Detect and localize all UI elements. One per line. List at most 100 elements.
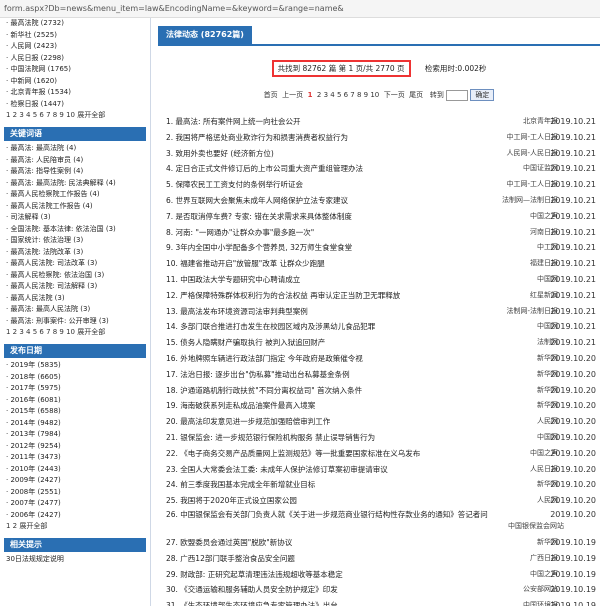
date-item[interactable]: · 2015年 (6588) (0, 406, 150, 418)
article-title-link[interactable]: 29. 财政部: 正研究起草清理违法违规超收等基本稳定 (166, 567, 486, 583)
article-title-link[interactable]: 18. 沪通道路机制行政扶贫"不同分离权益司" 首次纳入条件 (166, 383, 486, 399)
article-title-link[interactable]: 9. 3年内全国中小学配备多个营养员, 32万师生食堂食堂 (166, 240, 486, 256)
sidebar-item[interactable]: · 人民日报 (2298) (0, 53, 150, 65)
article-title-link[interactable]: 1. 最高法: 所有案件网上统一向社会公开 (166, 114, 486, 130)
date-item[interactable]: · 2017年 (5975) (0, 383, 150, 395)
article-title-link[interactable]: 12. 严格保障特殊群体权利行为的合法权益 再审认定正当防卫无罪释放 (166, 288, 486, 304)
article-title-link[interactable]: 30. 《交通运输和服务辅助人员安全防护规定》印发 (166, 582, 486, 598)
keyword-item[interactable]: · 最高法: 刑事案件: 公开审理 (3) (0, 316, 150, 328)
page-links[interactable]: 2 3 4 5 6 7 8 9 10 (317, 91, 379, 99)
keyword-item[interactable]: · 最高人民法院工作报告 (4) (0, 201, 150, 213)
keyword-item[interactable]: · 最高法院: 法院改革 (3) (0, 247, 150, 259)
address-bar[interactable]: form.aspx?Db=news&menu_item=law&Encoding… (0, 0, 600, 18)
date-item[interactable]: · 2010年 (2443) (0, 464, 150, 476)
article-title-link[interactable]: 19. 海南破获系列走私成品油案件最高入境案 (166, 398, 486, 414)
sidebar-item[interactable]: · 最高法院 (2732) (0, 18, 150, 30)
section-header-dates: 发布日期 (4, 344, 146, 358)
sidebar-item[interactable]: · 新华社 (2525) (0, 30, 150, 42)
article-title-link[interactable]: 24. 前三季度我国基本完成全年新增就业目标 (166, 477, 486, 493)
article-row: 15. 债务人隐瞒财产骗取执行 被判入狱追回财产 法制网 2019.10.21 (158, 335, 600, 351)
article-date: 2019.10.21 (550, 195, 596, 205)
keyword-item[interactable]: · 最高人民法院 (3) (0, 293, 150, 305)
go-button[interactable]: 确定 (470, 89, 495, 101)
sidebar-item[interactable]: · 人民网 (2423) (0, 41, 150, 53)
article-row: 16. 外地牌照车辆进行政法部门指定 今年政府是政策催令视 新华网 2019.10.… (158, 351, 600, 367)
date-item[interactable]: · 2013年 (7984) (0, 429, 150, 441)
article-title-link[interactable]: 16. 外地牌照车辆进行政法部门指定 今年政府是政策催令视 (166, 351, 486, 367)
article-title-link[interactable]: 31. 《生态环境部生态环境应急专家管理办法》出台 (166, 598, 486, 606)
article-title-link[interactable]: 7. 是否取消停车费? 专家: 错在关求需求来具体整体制度 (166, 209, 486, 225)
date-item[interactable]: · 2019年 (5835) (0, 360, 150, 372)
date-item[interactable]: · 2009年 (2427) (0, 475, 150, 487)
keyword-item[interactable]: · 最高人民检察院: 依法治国 (3) (0, 270, 150, 282)
article-title-link[interactable]: 22. 《电子商务交易产品质量网上监测规范》等一批重要国家标准在义乌发布 (166, 446, 486, 462)
keyword-item[interactable]: · 最高法: 人民陪审员 (4) (0, 155, 150, 167)
article-title-link[interactable]: 14. 多部门联合推进打击发生在校园区域内及涉黑幼儿食品犯罪 (166, 319, 486, 335)
keyword-item[interactable]: · 最高法: 最高法院 (4) (0, 143, 150, 155)
article-title-link[interactable]: 26. 中国银保监会有关部门负责人就《关于进一步规范商业银行结构性存款业务的通知… (166, 509, 496, 521)
keyword-item[interactable]: · 最高法: 最高人民法院 (3) (0, 304, 150, 316)
article-title-link[interactable]: 3. 致用外卖也要好 (经济新方位) (166, 146, 486, 162)
date-item[interactable]: · 2018年 (6605) (0, 372, 150, 384)
current-page: 1 (307, 91, 313, 99)
article-title-link[interactable]: 21. 银保监会: 进一步规范银行保险机构服务 禁止误导销售行为 (166, 430, 486, 446)
article-row: 2. 我国将严格惩处商业欺诈行为和损害消费者权益行为 中工网-工人日报 2019.1… (158, 130, 600, 146)
date-item[interactable]: · 2016年 (6081) (0, 395, 150, 407)
sidebar-item[interactable]: · 检察日报 (1447) (0, 99, 150, 111)
keyword-item[interactable]: · 全国法院: 基本法律: 依法治国 (3) (0, 224, 150, 236)
keyword-item[interactable]: · 最高人民检察院工作报告 (4) (0, 189, 150, 201)
article-title-link[interactable]: 25. 我国将于2020年正式设立国家公园 (166, 493, 486, 509)
sidebar-item[interactable]: · 中国法院网 (1765) (0, 64, 150, 76)
article-date: 2019.10.19 (550, 537, 596, 547)
sidebar-item[interactable]: · 北京青年报 (1534) (0, 87, 150, 99)
last-page-link[interactable]: 尾页 (409, 91, 423, 99)
keyword-item[interactable]: · 最高法: 最高法院: 民法典解释 (4) (0, 178, 150, 190)
article-title-link[interactable]: 23. 全国人大常委会法工委: 未成年人保护法修订草案初审提请审议 (166, 462, 486, 478)
keyword-item[interactable]: · 最高人民法院: 司法改革 (3) (0, 258, 150, 270)
article-row: 5. 保障农民工工资支付的条例举行听证会 中工网-工人日报 2019.10.21 (158, 177, 600, 193)
article-title-link[interactable]: 6. 世界互联网大会聚焦未成年人网络保护立法专家建议 (166, 193, 486, 209)
article-date: 2019.10.20 (550, 432, 596, 442)
keyword-item[interactable]: · 国家统计: 依法治理 (3) (0, 235, 150, 247)
keyword-item[interactable]: · 最高人民法院: 司法解释 (3) (0, 281, 150, 293)
source-pager[interactable]: 1 2 3 4 5 6 7 8 9 10 展开全部 (0, 110, 150, 121)
result-count-box: 共找到 82762 篇 第 1 页/共 2770 页 (271, 60, 411, 77)
date-item[interactable]: · 2006年 (2427) (0, 510, 150, 522)
sidebar-item[interactable]: · 中新网 (1620) (0, 76, 150, 88)
article-title-link[interactable]: 2. 我国将严格惩处商业欺诈行为和损害消费者权益行为 (166, 130, 486, 146)
article-title-link[interactable]: 28. 广西12部门联手整治食品安全问题 (166, 551, 486, 567)
article-date: 2019.10.21 (550, 117, 596, 126)
keyword-pager[interactable]: 1 2 3 4 5 6 7 8 9 10 展开全部 (0, 327, 150, 338)
article-title-link[interactable]: 11. 中国政法大学专题研究中心聘请成立 (166, 272, 486, 288)
date-item[interactable]: · 2014年 (9482) (0, 418, 150, 430)
article-row: 30. 《交通运输和服务辅助人员安全防护规定》印发 公安部网站 2019.10.19 (158, 582, 600, 598)
date-item[interactable]: · 2011年 (3473) (0, 452, 150, 464)
article-title-link[interactable]: 5. 保障农民工工资支付的条例举行听证会 (166, 177, 486, 193)
first-page-link[interactable]: 首页 (264, 91, 278, 99)
article-date: 2019.10.21 (550, 306, 596, 316)
article-title-link[interactable]: 8. 河南: "一网通办"让群众办事"最多跑一次" (166, 225, 486, 241)
keyword-item[interactable]: · 最高法: 指导性案例 (4) (0, 166, 150, 178)
date-item[interactable]: · 2007年 (2477) (0, 498, 150, 510)
date-pager[interactable]: 1 2 展开全部 (0, 521, 150, 532)
next-page-link[interactable]: 下一页 (384, 91, 405, 99)
article-title-link[interactable]: 20. 最高法印发意见进一步规范加强赔偿审判工作 (166, 414, 486, 430)
related-item[interactable]: 30日法规规定说明 (0, 554, 150, 566)
page-number-input[interactable] (446, 89, 469, 101)
article-title-link[interactable]: 13. 最高法发布环境资源司法审判典型案例 (166, 304, 486, 320)
article-row: 22. 《电子商务交易产品质量网上监测规范》等一批重要国家标准在义乌发布 中国之声… (158, 446, 600, 462)
article-row: 19. 海南破获系列走私成品油案件最高入境案 新华网 2019.10.20 (158, 398, 600, 414)
article-date: 2019.10.20 (550, 353, 596, 363)
article-title-link[interactable]: 15. 债务人隐瞒财产骗取执行 被判入狱追回财产 (166, 335, 486, 351)
keyword-item[interactable]: · 司法解释 (3) (0, 212, 150, 224)
date-item[interactable]: · 2012年 (9254) (0, 441, 150, 453)
article-list: 1. 最高法: 所有案件网上统一向社会公开 北京青年报 2019.10.21 2. 我… (158, 114, 600, 606)
article-title-link[interactable]: 17. 法治日报: 逐步出台"伪私募"推动出台私募基金条例 (166, 367, 486, 383)
date-item[interactable]: · 2008年 (2551) (0, 487, 150, 499)
tab-law-news[interactable]: 法律动态 (82762篇) (158, 26, 252, 44)
article-title-link[interactable]: 4. 定日合正式文件修订后的上市公司重大资产重组管理办法 (166, 161, 486, 177)
article-title-link[interactable]: 27. 欧盟委员会通过英国"脱欧"新协议 (166, 535, 486, 551)
source-list: · 最高法院 (2732) · 新华社 (2525) · 人民网 (2423) … (0, 18, 150, 110)
article-title-link[interactable]: 10. 福建省推动开启"放管服"改革 让群众少跑腿 (166, 256, 486, 272)
prev-page-link[interactable]: 上一页 (282, 91, 303, 99)
